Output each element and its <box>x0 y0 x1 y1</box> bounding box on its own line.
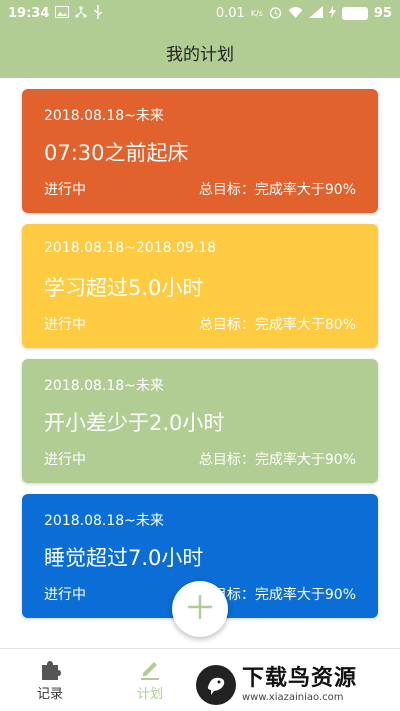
network-speed-unit: K/s <box>250 8 263 18</box>
status-bar: 19:34 0.01 K/s 95 <box>0 0 400 26</box>
watermark-title: 下载鸟资源 <box>242 666 358 692</box>
plan-status: 进行中 <box>44 182 86 198</box>
plan-status: 进行中 <box>44 317 86 333</box>
plan-card[interactable]: 2018.08.18~未来 开小差少于2.0小时 进行中 总目标：完成率大于90… <box>22 359 378 483</box>
plan-target: 总目标：完成率大于90% <box>198 452 356 468</box>
share-icon <box>75 6 87 20</box>
nav-item-records[interactable]: 记录 <box>20 657 80 702</box>
watermark-url: www.xiazainiao.com <box>242 691 344 703</box>
plan-date-range: 2018.08.18~未来 <box>44 378 164 394</box>
image-icon <box>55 6 70 20</box>
battery-level: 95 <box>373 5 392 21</box>
page-title: 我的计划 <box>166 44 234 65</box>
signal-icon <box>308 6 323 20</box>
status-bar-right: 0.01 K/s 95 <box>216 6 392 21</box>
plus-icon <box>187 594 213 624</box>
plan-target: 总目标：完成率大于80% <box>198 317 356 333</box>
plan-card[interactable]: 2018.08.18~未来 07:30之前起床 进行中 总目标：完成率大于90% <box>22 89 378 213</box>
plan-list: 2018.08.18~未来 07:30之前起床 进行中 总目标：完成率大于90%… <box>22 89 378 629</box>
plan-target: 总目标：完成率大于90% <box>198 182 356 198</box>
charging-icon <box>328 6 336 20</box>
nav-label: 计划 <box>136 687 163 702</box>
nav-label: 记录 <box>36 687 63 702</box>
pencil-icon <box>139 657 161 683</box>
watermark-text: 下载鸟资源 www.xiazainiao.com <box>242 666 358 703</box>
plan-title: 睡觉超过7.0小时 <box>44 546 204 570</box>
plan-status: 进行中 <box>44 587 86 603</box>
plan-date-range: 2018.08.18~2018.09.18 <box>44 240 217 256</box>
wifi-icon <box>288 6 303 20</box>
plan-title: 开小差少于2.0小时 <box>44 411 225 435</box>
puzzle-icon <box>39 657 61 683</box>
plan-date-range: 2018.08.18~未来 <box>44 513 164 529</box>
watermark: 下载鸟资源 www.xiazainiao.com <box>196 662 396 708</box>
plan-date-range: 2018.08.18~未来 <box>44 108 164 124</box>
status-bar-left: 19:34 <box>8 5 103 21</box>
plan-card[interactable]: 2018.08.18~2018.09.18 学习超过5.0小时 进行中 总目标：… <box>22 224 378 348</box>
status-time: 19:34 <box>8 5 50 21</box>
app-bar: 我的计划 <box>0 26 400 78</box>
nav-item-plans[interactable]: 计划 <box>120 657 180 702</box>
plan-title: 学习超过5.0小时 <box>44 276 204 300</box>
battery-icon <box>341 6 368 20</box>
plan-status: 进行中 <box>44 452 86 468</box>
alarm-icon <box>269 6 282 21</box>
plan-title: 07:30之前起床 <box>44 141 189 165</box>
add-plan-button[interactable] <box>172 581 228 637</box>
network-speed: 0.01 <box>215 5 245 21</box>
usb-icon <box>93 5 103 21</box>
bird-logo-icon <box>196 665 236 705</box>
